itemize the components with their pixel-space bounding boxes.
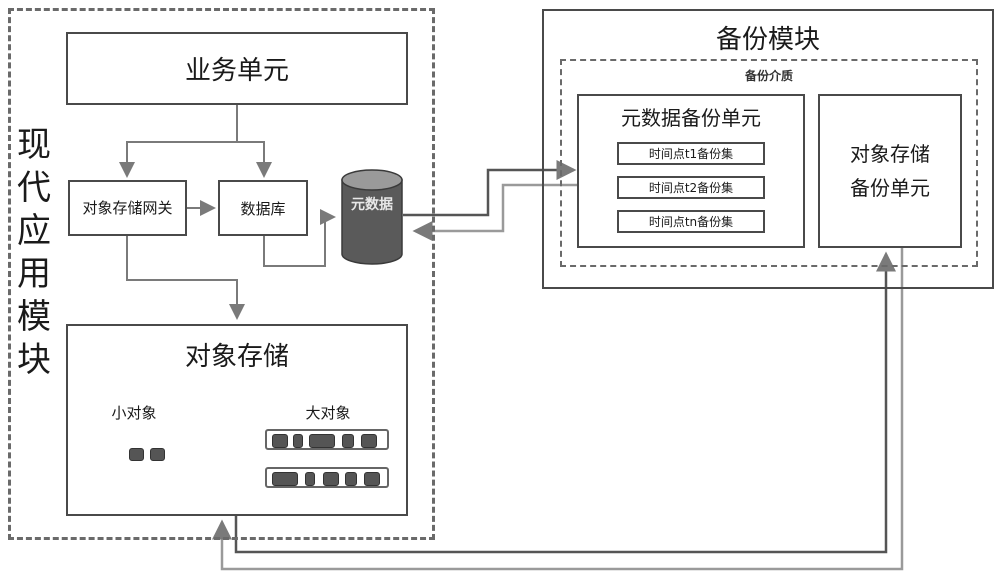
metadata-backup-unit-title: 元数据备份单元	[621, 106, 761, 130]
object-chunk	[272, 472, 298, 486]
object-chunk	[323, 472, 339, 486]
object-chunk	[345, 472, 357, 486]
backup-set-t2[interactable]: 时间点t2备份集	[617, 176, 765, 199]
object-storage-gateway-label: 对象存储网关	[82, 198, 173, 217]
large-object-strip	[265, 467, 389, 488]
object-chunk	[305, 472, 315, 486]
backup-module-title: 备份模块	[715, 25, 820, 55]
cylinder-icon	[341, 169, 403, 265]
object-chunk	[364, 472, 380, 486]
large-objects-label: 大对象	[305, 404, 351, 422]
metadata-backup-unit[interactable]: 元数据备份单元 时间点t1备份集 时间点t2备份集 时间点tn备份集	[577, 94, 805, 248]
modern-app-module-label: 现代应用模块	[17, 125, 51, 380]
object-storage-backup-unit[interactable]: 对象存储备份单元	[818, 94, 962, 248]
object-storage-title: 对象存储	[184, 342, 289, 372]
small-objects-label: 小对象	[111, 404, 157, 422]
object-storage-gateway-box[interactable]: 对象存储网关	[68, 180, 187, 236]
backup-medium-label: 备份介质	[744, 69, 793, 83]
object-chunk	[272, 434, 288, 448]
metadata-label: 元数据	[351, 197, 393, 213]
business-unit-box[interactable]: 业务单元	[66, 32, 408, 105]
database-box[interactable]: 数据库	[218, 180, 308, 236]
backup-set-tn[interactable]: 时间点tn备份集	[617, 210, 765, 233]
object-chunk	[361, 434, 377, 448]
backup-set-t1[interactable]: 时间点t1备份集	[617, 142, 765, 165]
metadata-cylinder[interactable]: 元数据	[340, 168, 404, 266]
large-object-strip	[265, 429, 389, 450]
object-storage-backup-unit-label: 对象存储备份单元	[850, 142, 930, 200]
object-chunk	[293, 434, 303, 448]
object-chunk	[309, 434, 335, 448]
small-object-block	[129, 448, 144, 461]
object-chunk	[342, 434, 354, 448]
small-object-block	[150, 448, 165, 461]
object-storage-box[interactable]: 对象存储 小对象 大对象	[66, 324, 408, 516]
